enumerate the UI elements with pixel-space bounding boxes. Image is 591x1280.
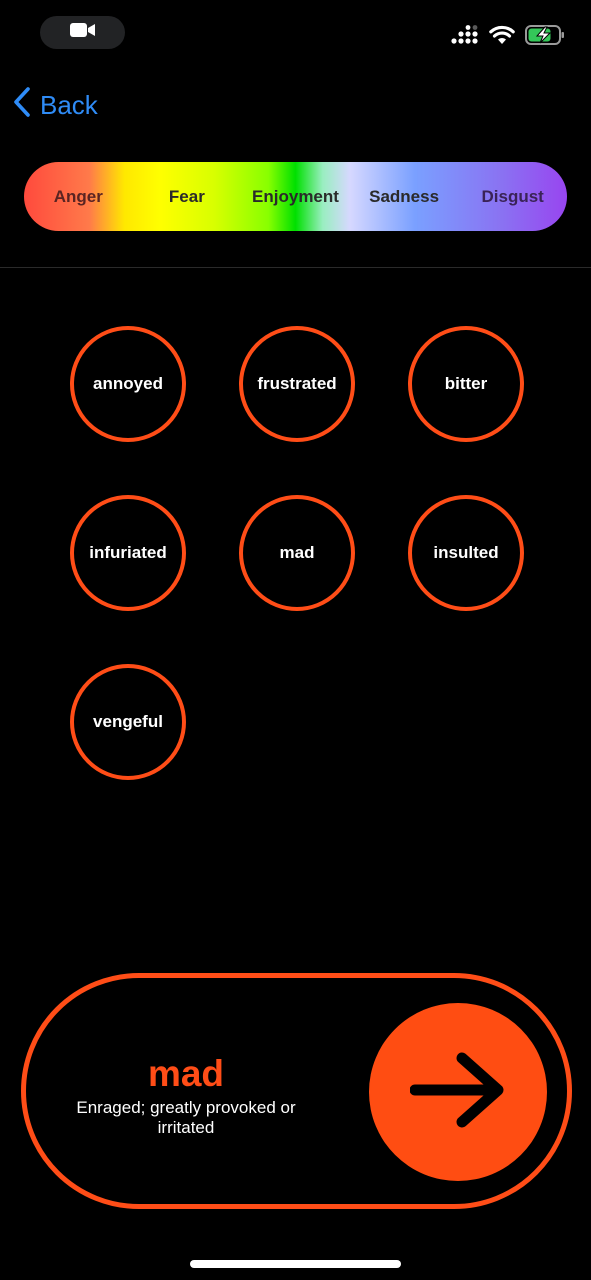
camera-indicator (40, 16, 125, 49)
divider (0, 267, 591, 268)
back-label: Back (40, 89, 98, 120)
wifi-icon (489, 25, 515, 50)
status-bar (0, 0, 591, 70)
battery-charging-icon (525, 25, 565, 50)
selected-feeling-word: mad (147, 1053, 225, 1094)
emotion-spectrum: Anger Fear Enjoyment Sadness Disgust (24, 162, 567, 231)
feeling-option-mad[interactable]: mad (239, 495, 355, 611)
emotion-disgust[interactable]: Disgust (458, 187, 567, 207)
cellular-signal-icon (451, 25, 479, 50)
feeling-option-bitter[interactable]: bitter (408, 326, 524, 442)
selected-feeling-definition: Enraged; greatly provoked or irritated (76, 1098, 296, 1137)
feeling-option-vengeful[interactable]: vengeful (70, 664, 186, 780)
feeling-option-insulted[interactable]: insulted (408, 495, 524, 611)
emotion-anger[interactable]: Anger (24, 187, 133, 207)
emotion-sadness[interactable]: Sadness (350, 187, 459, 207)
feeling-option-infuriated[interactable]: infuriated (70, 495, 186, 611)
continue-button[interactable] (369, 1003, 547, 1181)
back-button[interactable]: Back (12, 86, 98, 124)
feeling-option-annoyed[interactable]: annoyed (70, 326, 186, 442)
arrow-right-icon (409, 1050, 506, 1135)
emotion-enjoyment[interactable]: Enjoyment (241, 187, 350, 207)
chevron-left-icon (12, 86, 32, 125)
emotion-fear[interactable]: Fear (133, 187, 242, 207)
selected-feeling-card: mad Enraged; greatly provoked or irritat… (21, 973, 572, 1209)
video-camera-icon (69, 21, 96, 44)
feeling-option-frustrated[interactable]: frustrated (239, 326, 355, 442)
home-indicator[interactable] (190, 1260, 401, 1268)
status-icons (451, 25, 565, 50)
